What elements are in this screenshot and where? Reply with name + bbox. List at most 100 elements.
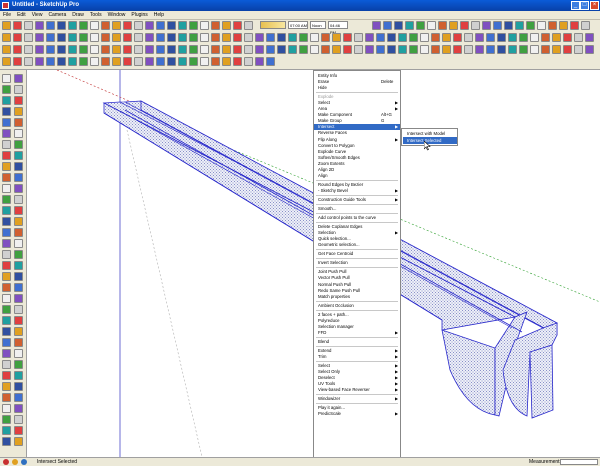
context-menu-item[interactable]: FFD ▶ bbox=[314, 330, 400, 336]
left-tool-icon[interactable] bbox=[2, 206, 11, 215]
context-menu-item[interactable]: Align bbox=[314, 173, 400, 179]
toolbar-tool-icon[interactable] bbox=[563, 45, 572, 54]
toolbar-tool-icon[interactable] bbox=[178, 45, 187, 54]
left-tool-icon[interactable] bbox=[14, 272, 23, 281]
left-tool-icon[interactable] bbox=[2, 305, 11, 314]
toolbar-tool-icon[interactable] bbox=[68, 57, 77, 66]
left-tool-icon[interactable] bbox=[2, 349, 11, 358]
left-tool-icon[interactable] bbox=[2, 426, 11, 435]
toolbar-tool-icon[interactable] bbox=[167, 33, 176, 42]
toolbar-tool-icon[interactable] bbox=[438, 21, 447, 30]
toolbar-tool-icon[interactable] bbox=[2, 33, 11, 42]
minimize-button[interactable]: _ bbox=[571, 1, 580, 10]
context-menu-item[interactable]: Trim ▶ bbox=[314, 354, 400, 360]
toolbar-tool-icon[interactable] bbox=[189, 45, 198, 54]
toolbar-tool-icon[interactable] bbox=[354, 33, 363, 42]
toolbar-tool-icon[interactable] bbox=[90, 57, 99, 66]
left-tool-icon[interactable] bbox=[14, 294, 23, 303]
toolbar-tool-icon[interactable] bbox=[416, 21, 425, 30]
toolbar-tool-icon[interactable] bbox=[123, 21, 132, 30]
toolbar-tool-icon[interactable] bbox=[134, 21, 143, 30]
toolbar-tool-icon[interactable] bbox=[156, 57, 165, 66]
toolbar-tool-icon[interactable] bbox=[321, 33, 330, 42]
toolbar-tool-icon[interactable] bbox=[453, 33, 462, 42]
date-slider[interactable] bbox=[260, 21, 286, 29]
toolbar-tool-icon[interactable] bbox=[13, 21, 22, 30]
toolbar-tool-icon[interactable] bbox=[266, 45, 275, 54]
measurements-input[interactable] bbox=[560, 459, 598, 465]
context-menu-item[interactable]: PredicScale ▶ bbox=[314, 411, 400, 417]
left-tool-icon[interactable] bbox=[14, 415, 23, 424]
left-tool-icon[interactable] bbox=[2, 195, 11, 204]
toolbar-tool-icon[interactable] bbox=[57, 21, 66, 30]
toolbar-tool-icon[interactable] bbox=[233, 33, 242, 42]
toolbar-tool-icon[interactable] bbox=[211, 45, 220, 54]
toolbar-tool-icon[interactable] bbox=[570, 21, 579, 30]
left-tool-icon[interactable] bbox=[2, 250, 11, 259]
toolbar-tool-icon[interactable] bbox=[79, 45, 88, 54]
toolbar-tool-icon[interactable] bbox=[200, 57, 209, 66]
toolbar-tool-icon[interactable] bbox=[431, 33, 440, 42]
toolbar-tool-icon[interactable] bbox=[123, 45, 132, 54]
toolbar-tool-icon[interactable] bbox=[277, 45, 286, 54]
toolbar-tool-icon[interactable] bbox=[585, 45, 594, 54]
toolbar-tool-icon[interactable] bbox=[497, 45, 506, 54]
toolbar-tool-icon[interactable] bbox=[35, 57, 44, 66]
toolbar-tool-icon[interactable] bbox=[255, 45, 264, 54]
toolbar-tool-icon[interactable] bbox=[409, 45, 418, 54]
left-tool-icon[interactable] bbox=[14, 338, 23, 347]
toolbar-tool-icon[interactable] bbox=[189, 33, 198, 42]
toolbar-tool-icon[interactable] bbox=[101, 33, 110, 42]
left-tool-icon[interactable] bbox=[14, 371, 23, 380]
toolbar-tool-icon[interactable] bbox=[24, 33, 33, 42]
left-tool-icon[interactable] bbox=[2, 129, 11, 138]
toolbar-tool-icon[interactable] bbox=[383, 21, 392, 30]
toolbar-tool-icon[interactable] bbox=[13, 45, 22, 54]
menu-view[interactable]: View bbox=[29, 11, 46, 18]
toolbar-tool-icon[interactable] bbox=[2, 57, 11, 66]
toolbar-tool-icon[interactable] bbox=[354, 45, 363, 54]
left-tool-icon[interactable] bbox=[14, 404, 23, 413]
left-tool-icon[interactable] bbox=[2, 239, 11, 248]
left-tool-icon[interactable] bbox=[2, 294, 11, 303]
toolbar-tool-icon[interactable] bbox=[156, 21, 165, 30]
toolbar-tool-icon[interactable] bbox=[530, 33, 539, 42]
toolbar-tool-icon[interactable] bbox=[464, 45, 473, 54]
toolbar-tool-icon[interactable] bbox=[145, 45, 154, 54]
context-menu-item[interactable]: - Sketchy Bevel ▶ bbox=[314, 188, 400, 194]
toolbar-tool-icon[interactable] bbox=[277, 33, 286, 42]
toolbar-tool-icon[interactable] bbox=[387, 45, 396, 54]
toolbar-tool-icon[interactable] bbox=[255, 57, 264, 66]
close-button[interactable]: × bbox=[590, 1, 599, 10]
toolbar-tool-icon[interactable] bbox=[398, 33, 407, 42]
toolbar-tool-icon[interactable] bbox=[332, 33, 341, 42]
left-tool-icon[interactable] bbox=[2, 404, 11, 413]
left-tool-icon[interactable] bbox=[14, 162, 23, 171]
toolbar-tool-icon[interactable] bbox=[541, 45, 550, 54]
toolbar-tool-icon[interactable] bbox=[559, 21, 568, 30]
toolbar-tool-icon[interactable] bbox=[405, 21, 414, 30]
left-tool-icon[interactable] bbox=[2, 173, 11, 182]
left-tool-icon[interactable] bbox=[14, 118, 23, 127]
toolbar-tool-icon[interactable] bbox=[299, 33, 308, 42]
toolbar-tool-icon[interactable] bbox=[288, 33, 297, 42]
toolbar-tool-icon[interactable] bbox=[46, 57, 55, 66]
toolbar-tool-icon[interactable] bbox=[2, 21, 11, 30]
left-tool-icon[interactable] bbox=[14, 250, 23, 259]
toolbar-tool-icon[interactable] bbox=[178, 21, 187, 30]
left-tool-icon[interactable] bbox=[14, 85, 23, 94]
toolbar-tool-icon[interactable] bbox=[112, 33, 121, 42]
left-tool-icon[interactable] bbox=[2, 74, 11, 83]
left-tool-icon[interactable] bbox=[14, 140, 23, 149]
toolbar-tool-icon[interactable] bbox=[211, 57, 220, 66]
left-tool-icon[interactable] bbox=[14, 283, 23, 292]
toolbar-tool-icon[interactable] bbox=[475, 45, 484, 54]
toolbar-tool-icon[interactable] bbox=[233, 57, 242, 66]
toolbar-tool-icon[interactable] bbox=[222, 45, 231, 54]
left-tool-icon[interactable] bbox=[2, 228, 11, 237]
toolbar-tool-icon[interactable] bbox=[427, 21, 436, 30]
left-tool-icon[interactable] bbox=[14, 393, 23, 402]
context-menu-item[interactable]: Construction Guide Tools ▶ bbox=[314, 197, 400, 203]
toolbar-tool-icon[interactable] bbox=[35, 21, 44, 30]
toolbar-tool-icon[interactable] bbox=[420, 33, 429, 42]
